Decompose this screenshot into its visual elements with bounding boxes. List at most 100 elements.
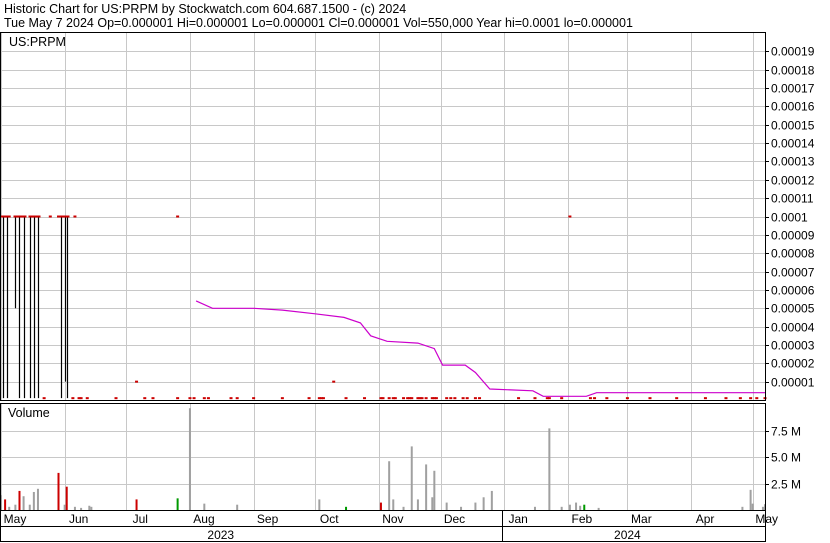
volume-bar xyxy=(135,499,138,510)
price-tick-label: 0.00013 xyxy=(771,155,815,169)
month-label: Apr xyxy=(696,512,715,526)
close-mark xyxy=(393,397,397,400)
volume-bar xyxy=(433,470,436,510)
close-mark xyxy=(387,397,391,400)
close-mark xyxy=(48,215,52,218)
close-mark xyxy=(420,397,424,400)
volume-bar xyxy=(379,502,382,510)
price-tick-label: 0.00001 xyxy=(771,376,815,390)
price-tick-label: 0.0001 xyxy=(771,211,808,225)
price-tick-label: 0.00017 xyxy=(771,82,815,96)
month-label: May xyxy=(755,512,778,526)
close-mark xyxy=(478,397,482,400)
month-label: Dec xyxy=(444,512,465,526)
close-mark xyxy=(648,397,652,400)
close-mark xyxy=(344,397,348,400)
volume-tick-label: 5.0 M xyxy=(771,451,801,465)
close-mark xyxy=(229,397,233,400)
price-tick-label: 0.00009 xyxy=(771,229,815,243)
volume-bar xyxy=(8,506,11,510)
price-tick-label: 0.00006 xyxy=(771,284,815,298)
close-mark xyxy=(85,397,89,400)
volume-bar xyxy=(568,504,571,510)
close-mark xyxy=(79,397,83,400)
close-mark xyxy=(63,215,67,218)
volume-bar xyxy=(73,506,76,510)
volume-bar xyxy=(318,499,321,510)
close-mark xyxy=(410,397,414,400)
volume-bar xyxy=(579,505,582,510)
volume-bar xyxy=(749,489,752,510)
volume-bar xyxy=(761,506,764,510)
close-mark xyxy=(703,397,707,400)
close-mark xyxy=(461,397,465,400)
close-mark xyxy=(321,397,325,400)
close-mark xyxy=(533,397,537,400)
volume-bar xyxy=(90,506,93,510)
close-mark xyxy=(363,397,367,400)
volume-bar xyxy=(560,506,563,510)
volume-bar xyxy=(402,506,405,510)
close-mark xyxy=(517,397,521,400)
close-mark xyxy=(135,380,139,383)
volume-bar xyxy=(575,502,578,510)
close-mark xyxy=(15,215,19,218)
volume-bar xyxy=(57,472,60,510)
close-mark xyxy=(402,397,406,400)
volume-bar xyxy=(4,499,7,510)
volume-bar xyxy=(533,506,536,510)
close-mark xyxy=(202,397,206,400)
volume-bar xyxy=(18,490,21,510)
close-mark xyxy=(738,397,742,400)
volume-bar xyxy=(392,499,395,510)
price-tick-label: 0.00014 xyxy=(771,137,815,151)
month-label: Nov xyxy=(382,512,403,526)
volume-bar xyxy=(32,491,35,510)
volume-bar xyxy=(474,502,477,510)
close-mark xyxy=(453,397,457,400)
chart-background xyxy=(0,0,830,543)
volume-bar xyxy=(597,507,600,510)
volume-axis-ticks: 2.5 M 5.0 M 7.5 M xyxy=(765,425,801,492)
close-mark xyxy=(280,397,284,400)
close-mark xyxy=(625,397,629,400)
volume-bar xyxy=(410,446,413,510)
volume-bar xyxy=(416,499,419,510)
volume-bar xyxy=(431,497,434,510)
price-high-mark xyxy=(22,215,27,218)
volume-bar xyxy=(203,503,206,510)
close-mark xyxy=(34,215,38,218)
close-mark xyxy=(473,397,477,400)
close-mark xyxy=(176,215,180,218)
month-label: Aug xyxy=(193,512,214,526)
close-mark xyxy=(605,397,609,400)
price-tick-label: 0.00002 xyxy=(771,357,815,371)
close-mark xyxy=(7,215,11,218)
price-tick-label: 0.00003 xyxy=(771,339,815,353)
close-mark xyxy=(176,397,180,400)
volume-bar xyxy=(63,504,66,510)
close-mark xyxy=(235,397,239,400)
close-mark xyxy=(332,380,336,383)
volume-tick-label: 7.5 M xyxy=(771,425,801,439)
close-mark xyxy=(445,397,449,400)
volume-bar xyxy=(28,504,31,510)
stock-chart: Historic Chart for US:PRPM by Stockwatch… xyxy=(0,0,830,543)
month-label: May xyxy=(4,512,27,526)
price-high-mark xyxy=(59,215,64,218)
volume-tick-label: 2.5 M xyxy=(771,478,801,492)
volume-bar xyxy=(80,507,83,510)
close-mark xyxy=(206,397,210,400)
chart-header-stats: Tue May 7 2024 Op=0.000001 Hi=0.000001 L… xyxy=(4,16,633,30)
volume-bar xyxy=(65,486,68,510)
close-mark xyxy=(593,397,597,400)
close-mark xyxy=(151,397,155,400)
close-mark xyxy=(755,397,759,400)
volume-bar xyxy=(388,461,391,510)
volume-bar xyxy=(14,504,17,510)
price-tick-label: 0.00012 xyxy=(771,174,815,188)
close-mark xyxy=(724,397,728,400)
volume-bar xyxy=(741,506,744,510)
close-mark xyxy=(143,397,147,400)
close-mark xyxy=(449,397,453,400)
